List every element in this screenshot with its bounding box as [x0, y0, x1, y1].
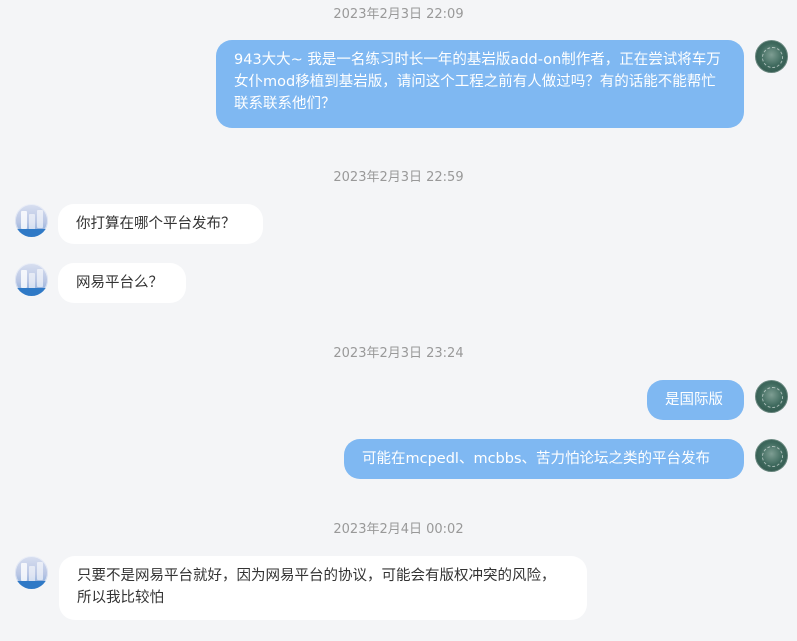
my-avatar[interactable] — [755, 439, 788, 472]
message-bubble-received[interactable]: 只要不是网易平台就好，因为网易平台的协议，可能会有版权冲突的风险，所以我比较怕 — [59, 556, 587, 620]
timestamp: 2023年2月3日 23:24 — [333, 346, 464, 361]
message-bubble-sent[interactable]: 可能在mcpedl、mcbbs、苦力怕论坛之类的平台发布 — [344, 439, 744, 479]
message-bubble-received[interactable]: 网易平台么？ — [58, 263, 186, 303]
my-avatar[interactable] — [755, 40, 788, 73]
timestamp: 2023年2月3日 22:09 — [333, 7, 464, 22]
message-bubble-received[interactable]: 你打算在哪个平台发布？ — [58, 204, 263, 244]
contact-avatar[interactable] — [15, 263, 48, 296]
timestamp: 2023年2月3日 22:59 — [333, 170, 464, 185]
chat-view: 2023年2月3日 22:09 943大大~ 我是一名练习时长一年的基岩版add… — [0, 0, 797, 641]
contact-avatar[interactable] — [15, 204, 48, 237]
message-bubble-sent[interactable]: 943大大~ 我是一名练习时长一年的基岩版add-on制作者，正在尝试将车万女仆… — [216, 40, 744, 128]
my-avatar[interactable] — [755, 380, 788, 413]
contact-avatar[interactable] — [15, 556, 48, 589]
timestamp: 2023年2月4日 00:02 — [333, 522, 464, 537]
message-bubble-sent[interactable]: 是国际版 — [647, 380, 744, 420]
